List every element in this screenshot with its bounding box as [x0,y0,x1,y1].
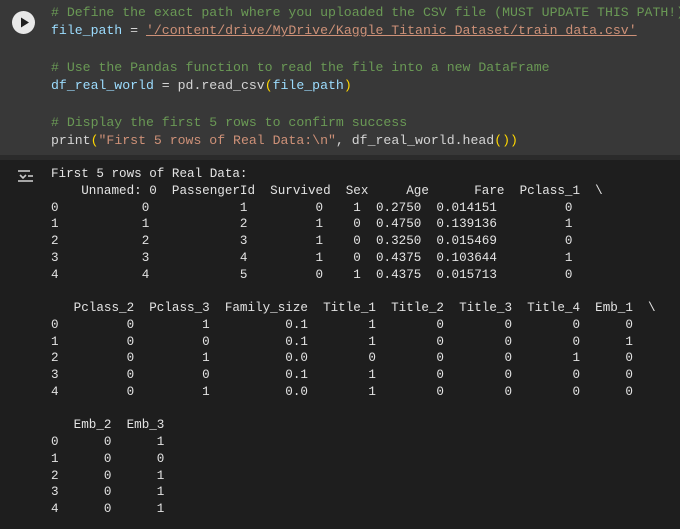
output-line: 0 0 1 [51,435,165,449]
code-cell[interactable]: # Define the exact path where you upload… [0,0,680,155]
output-line: 0 0 1 0.1 1 0 0 0 0 [51,317,633,332]
output-line: 2 0 1 [51,468,165,483]
output-line: 4 4 5 0 1 0.4375 0.015713 0 [51,267,573,282]
code-line: df_real_world = pd.read_csv(file_path) [51,78,352,94]
output-line: 2 2 3 1 0 0.3250 0.015469 0 [51,234,573,248]
output-line: 2 0 1 0.0 0 0 0 1 0 [51,351,633,366]
code-comment: # Use the Pandas function to read the fi… [51,59,550,75]
output-line: 4 0 1 0.0 1 0 0 0 0 [51,384,633,399]
output-line: Pclass_2 Pclass_3 Family_size Title_1 Ti… [51,301,656,315]
output-line: 1 0 0 [51,451,165,466]
output-line: Emb_2 Emb_3 [51,418,165,433]
output-line: 1 1 2 1 0 0.4750 0.139136 1 [51,217,573,232]
code-comment: # Define the exact path where you upload… [51,5,680,20]
output-line: 3 0 0 0.1 1 0 0 0 0 [51,368,633,382]
code-comment: # Display the first 5 rows to confirm su… [51,114,408,130]
output-line: 3 0 1 [51,485,165,500]
code-editor[interactable]: # Define the exact path where you upload… [51,4,680,150]
file-path-string: '/content/drive/MyDrive/Kaggle_Titanic_D… [145,23,637,39]
output-heading: First 5 rows of Real Data: [51,167,248,181]
code-line: print("First 5 rows of Real Data:\n", df… [51,133,518,149]
output-line: 3 3 4 1 0 0.4375 0.103644 1 [51,250,573,265]
play-icon [21,17,29,28]
output-line: 1 0 0 0.1 1 0 0 0 1 [51,334,633,349]
run-cell-button[interactable] [12,11,35,34]
cell-divider [0,155,680,160]
code-line: file_path = '/content/drive/MyDrive/Kagg… [51,23,637,39]
cell-output: First 5 rows of Real Data: Unnamed: 0 Pa… [51,166,656,518]
output-line: Unnamed: 0 PassengerId Survived Sex Age … [51,183,603,198]
output-collapse-icon[interactable] [17,169,35,183]
output-line: 0 0 1 0 1 0.2750 0.014151 0 [51,200,573,215]
output-line: 4 0 1 [51,502,165,516]
